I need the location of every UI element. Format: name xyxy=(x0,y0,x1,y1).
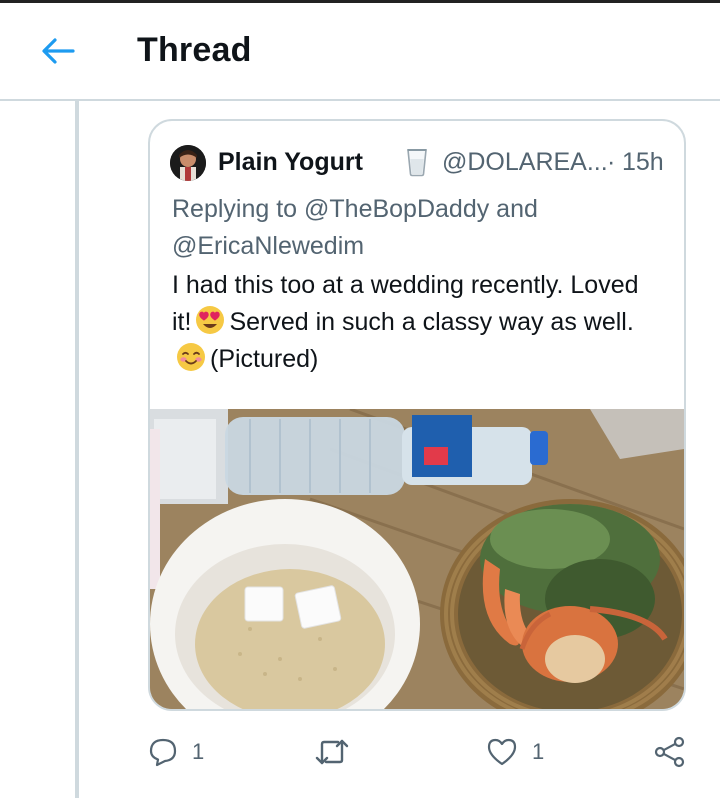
cup-emoji-icon xyxy=(407,149,427,177)
author-handle: @DOLAREA... xyxy=(442,148,608,176)
heart-icon xyxy=(487,738,517,766)
thread-screen: Thread Plain Yogurt @DOLAREA... · 15h Re… xyxy=(0,0,720,798)
reply-icon xyxy=(149,738,177,767)
like-count: 1 xyxy=(532,739,545,764)
back-button[interactable] xyxy=(36,33,80,69)
tweet-text-part2: Served in such a classy way as well. xyxy=(229,308,634,336)
author-name[interactable]: Plain Yogurt xyxy=(218,148,363,177)
arrow-left-icon xyxy=(42,38,75,64)
replying-to-text[interactable]: Replying to @TheBopDaddy and @EricaNlewe… xyxy=(172,191,662,265)
share-button[interactable] xyxy=(654,730,686,774)
top-bar: Thread xyxy=(0,3,720,99)
reply-button[interactable]: 1 xyxy=(148,730,204,774)
tweet-action-bar: 1 1 xyxy=(0,730,720,774)
quoted-tweet-header: Plain Yogurt @DOLAREA... · 15h xyxy=(170,145,670,181)
page-title: Thread xyxy=(137,31,252,69)
reply-count: 1 xyxy=(192,739,205,764)
avatar-image xyxy=(170,145,206,181)
avatar[interactable] xyxy=(170,145,206,181)
share-icon xyxy=(654,736,685,768)
tweet-text-part3: (Pictured) xyxy=(210,345,319,373)
tweet-photo[interactable] xyxy=(150,409,684,709)
timestamp[interactable]: 15h xyxy=(622,148,664,177)
retweet-icon xyxy=(315,739,349,765)
retweet-button[interactable] xyxy=(314,730,350,774)
like-button[interactable]: 1 xyxy=(486,730,544,774)
food-photo-image xyxy=(150,409,684,709)
smiling-blush-emoji-icon xyxy=(177,343,205,371)
thread-connector-line xyxy=(75,101,79,798)
heart-eyes-emoji-icon xyxy=(196,306,225,334)
quoted-tweet-text: I had this too at a wedding recently. Lo… xyxy=(172,267,662,378)
header-divider xyxy=(0,99,720,101)
quoted-tweet-card[interactable]: Plain Yogurt @DOLAREA... · 15h Replying … xyxy=(148,119,686,711)
separator-dot: · xyxy=(607,148,616,176)
